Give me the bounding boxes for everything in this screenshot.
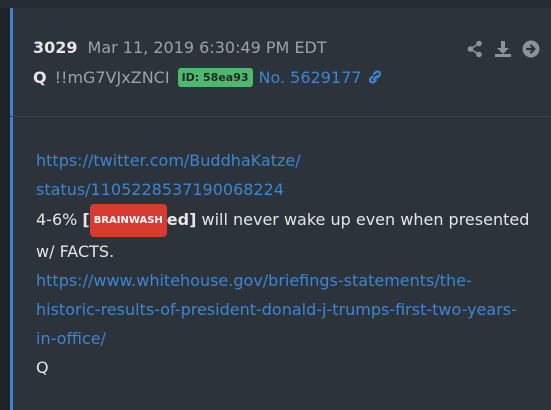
author-name: Q — [33, 68, 47, 87]
post-timestamp: Mar 11, 2019 6:30:49 PM EDT — [87, 38, 327, 57]
brainwash-badge: BRAINWASH — [89, 204, 167, 237]
body-text-line-2: w/ FACTS. — [36, 242, 115, 261]
text-rest: will never wake up even when presented — [196, 210, 530, 229]
tripcode: !!mG7VJxZNCI — [54, 68, 170, 87]
arrow-right-circle-icon[interactable] — [521, 39, 541, 59]
bold-suffix: ed] — [166, 210, 197, 229]
post-author-row: Q !!mG7VJxZNCI ID: 58ea93 No. 5629177 — [33, 68, 384, 89]
signature: Q — [36, 358, 49, 377]
twitter-link-line-2[interactable]: status/1105228537190068224 — [36, 175, 546, 204]
whitehouse-link-line-2[interactable]: historic-results-of-president-donald-j-t… — [36, 295, 546, 324]
share-icon[interactable] — [465, 39, 485, 59]
post-actions — [465, 39, 541, 59]
whitehouse-link-line-1[interactable]: https://www.whitehouse.gov/briefings-sta… — [36, 266, 546, 295]
download-icon[interactable] — [493, 39, 513, 59]
post-card: 3029 Mar 11, 2019 6:30:49 PM EDT Q !!mG7VJ… — [0, 8, 551, 410]
link-icon[interactable] — [366, 69, 384, 89]
post-number-link[interactable]: No. 5629177 — [259, 68, 362, 87]
whitehouse-link-line-3[interactable]: in-office/ — [36, 324, 546, 353]
text-prefix: 4-6% — [36, 210, 83, 229]
post-body: https://twitter.com/BuddhaKatze/ status/… — [36, 146, 546, 382]
post-number: 3029 — [33, 38, 78, 57]
post-meta-row: 3029 Mar 11, 2019 6:30:49 PM EDT — [33, 38, 327, 57]
twitter-link-line-1[interactable]: https://twitter.com/BuddhaKatze/ — [36, 146, 546, 175]
id-badge[interactable]: ID: 58ea93 — [177, 68, 253, 87]
post-header: 3029 Mar 11, 2019 6:30:49 PM EDT Q !!mG7VJ… — [10, 8, 551, 117]
bracket-open: [ — [82, 210, 90, 229]
body-text-line-1: 4-6% [BRAINWASH ed] will never wake up ev… — [36, 204, 546, 237]
